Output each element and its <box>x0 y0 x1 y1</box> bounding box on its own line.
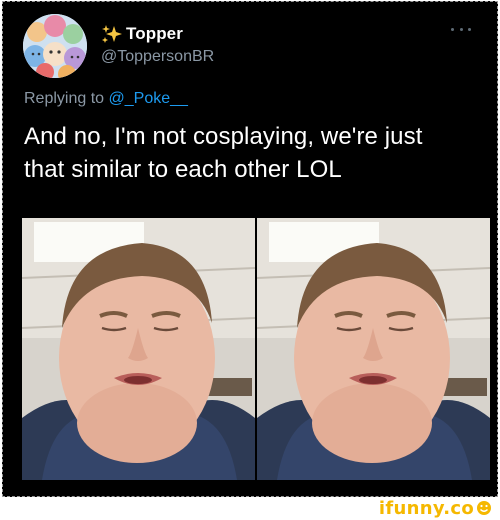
anime-group-avatar-image <box>23 14 87 78</box>
display-name[interactable]: Topper <box>126 24 183 44</box>
more-options-icon[interactable] <box>451 24 471 34</box>
tweet-text-line: And no, I'm not cosplaying, we're just <box>24 123 423 150</box>
smiley-icon <box>476 500 492 516</box>
replying-to-line: Replying to @_Poke__ <box>24 90 188 108</box>
reply-mention-link[interactable]: @_Poke__ <box>109 90 188 107</box>
tweet-text: And no, I'm not cosplaying, we're just t… <box>24 120 494 186</box>
ifunny-watermark: ifunny.co <box>379 497 492 519</box>
selfie-photo-left[interactable] <box>22 218 255 480</box>
selfie-photo-right[interactable] <box>257 218 490 480</box>
user-handle[interactable]: @ToppersonBR <box>101 48 214 66</box>
tweet-text-line: that similar to each other LOL <box>24 156 342 183</box>
author-line[interactable]: Topper <box>101 23 183 45</box>
avatar[interactable] <box>23 14 87 78</box>
replying-to-label: Replying to <box>24 90 109 107</box>
watermark-text: ifunny.co <box>378 497 474 519</box>
tweet-media-grid <box>22 218 490 480</box>
tweet-card: Topper @ToppersonBR Replying to @_Poke__… <box>2 1 498 497</box>
sparkles-icon <box>101 24 123 44</box>
